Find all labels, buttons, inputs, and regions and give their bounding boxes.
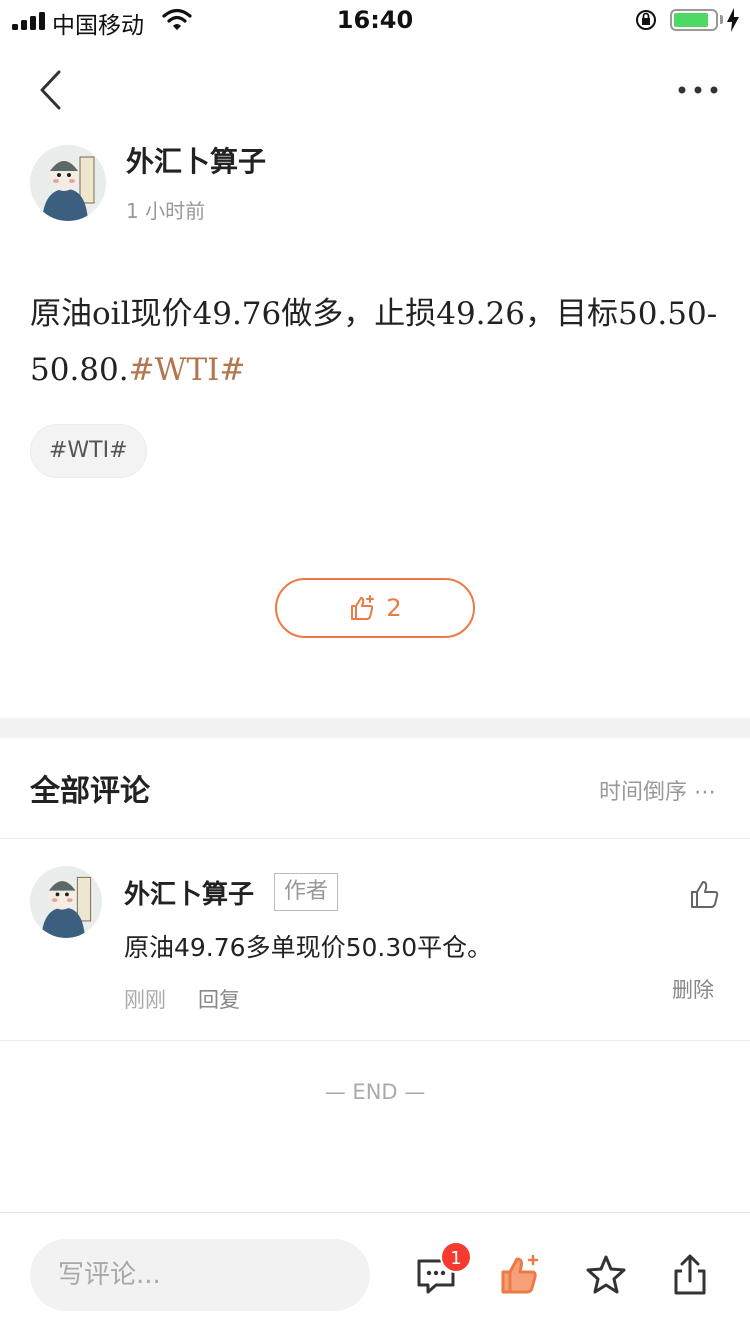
thumbs-up-icon[interactable]	[688, 877, 722, 911]
battery-nub	[720, 15, 723, 24]
author-badge: 作者	[274, 873, 339, 911]
divider	[0, 838, 750, 839]
reply-button[interactable]: 回复	[198, 984, 240, 1014]
ellipsis-icon: ⋯	[694, 780, 716, 805]
delete-button[interactable]: 删除	[672, 974, 714, 1004]
comment-text: 原油49.76多单现价50.30平仓。	[124, 933, 493, 962]
share-icon[interactable]	[668, 1253, 712, 1297]
like-button[interactable]: 2	[275, 578, 475, 638]
more-dots-icon[interactable]	[672, 78, 724, 102]
thumbs-up-plus-icon[interactable]	[498, 1253, 542, 1297]
thumbs-up-plus-icon	[351, 595, 375, 620]
status-bar: 中国移动 16:40	[0, 0, 750, 40]
like-count: 2	[386, 594, 402, 622]
charging-bolt-icon	[727, 8, 739, 32]
comment-input[interactable]	[30, 1239, 370, 1311]
star-icon[interactable]	[584, 1253, 628, 1297]
author-name[interactable]: 外汇卜算子	[126, 140, 266, 180]
battery-icon	[670, 9, 718, 31]
tag-chip[interactable]: #WTI#	[30, 424, 147, 478]
comment-author[interactable]: 外汇卜算子	[124, 874, 254, 911]
comments-title: 全部评论	[30, 774, 150, 809]
section-divider	[0, 718, 750, 738]
sort-order-label: 时间倒序	[598, 780, 687, 805]
avatar[interactable]	[30, 145, 106, 221]
bottom-bar: 1	[0, 1212, 750, 1334]
end-marker: — END —	[324, 1080, 426, 1104]
divider	[0, 1040, 750, 1041]
hashtag-link[interactable]: #WTI#	[129, 352, 246, 388]
sort-order-button[interactable]: 时间倒序 ⋯	[599, 774, 716, 806]
comment-time: 刚刚	[124, 988, 166, 1012]
post-time: 1 小时前	[126, 199, 206, 223]
comment-count-badge: 1	[440, 1241, 472, 1273]
rotation-lock-icon	[636, 10, 656, 30]
chevron-left-icon[interactable]	[32, 66, 72, 114]
post-body: 原油oil现价49.76做多，止损49.26，目标50.50-50.80.#WT…	[30, 286, 730, 398]
comment-avatar[interactable]	[30, 866, 102, 938]
